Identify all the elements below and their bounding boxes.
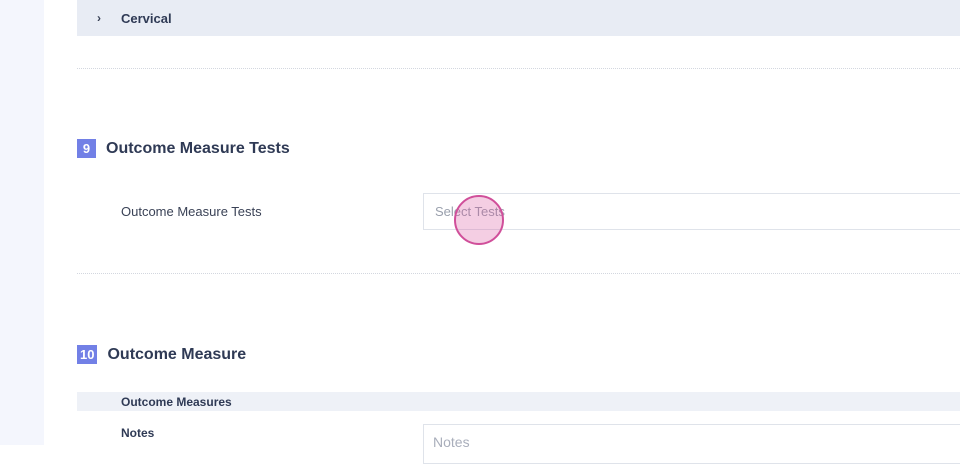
notes-placeholder: Notes xyxy=(433,434,470,450)
chevron-right-icon: › xyxy=(97,11,101,25)
section-9-header: 9 Outcome Measure Tests xyxy=(77,139,290,158)
notes-label: Notes xyxy=(121,426,155,440)
section-number-badge: 10 xyxy=(77,345,98,364)
section-title: Outcome Measure Tests xyxy=(106,139,290,157)
section-divider xyxy=(77,68,960,69)
collapsible-cervical[interactable]: › Cervical xyxy=(77,0,960,36)
section-title: Outcome Measure xyxy=(107,345,247,363)
outcome-measures-subheader: Outcome Measures xyxy=(77,392,960,411)
left-rail xyxy=(0,0,44,445)
outcome-measure-tests-label: Outcome Measure Tests xyxy=(121,204,262,219)
section-10-header: 10 Outcome Measure xyxy=(77,345,246,364)
select-placeholder: Select Tests xyxy=(435,204,505,219)
section-number-badge: 9 xyxy=(77,139,96,158)
select-tests-dropdown[interactable]: Select Tests xyxy=(423,193,960,230)
section-divider xyxy=(77,273,960,274)
notes-textarea[interactable]: Notes xyxy=(423,424,960,464)
collapsible-label: Cervical xyxy=(121,10,172,26)
subheader-label: Outcome Measures xyxy=(121,394,232,409)
